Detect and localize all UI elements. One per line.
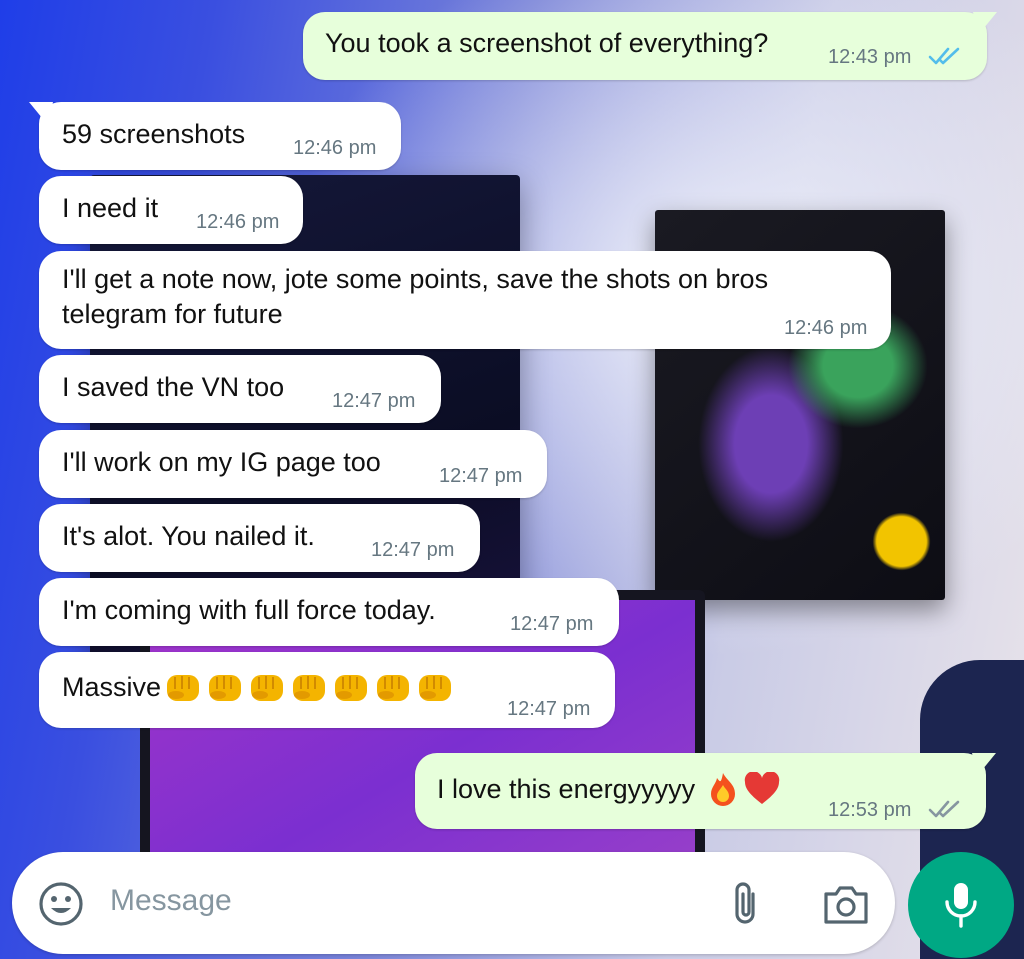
message-bubble-incoming[interactable]: Massive 12:47 pm	[39, 652, 615, 728]
message-time: 12:47 pm	[332, 390, 416, 412]
bubble-tail	[972, 753, 996, 775]
message-bubble-incoming[interactable]: I'll work on my IG page too 12:47 pm	[39, 430, 547, 498]
message-bubble-outgoing[interactable]: You took a screenshot of everything? 12:…	[303, 12, 997, 80]
message-bubble-incoming[interactable]: 59 screenshots 12:46 pm	[29, 102, 401, 170]
message-bubble-outgoing[interactable]: I love this energyyyyy 12:53 pm	[415, 753, 996, 829]
fist-emoji	[167, 674, 200, 701]
fire-emoji	[711, 773, 736, 806]
message-text: 59 screenshots	[62, 119, 246, 149]
message-bubble-incoming[interactable]: I saved the VN too 12:47 pm	[39, 355, 441, 423]
message-input[interactable]: Message	[110, 884, 232, 918]
fist-emoji	[377, 674, 410, 701]
fist-emoji	[251, 674, 284, 701]
fist-emoji-row	[163, 671, 455, 705]
message-text: I'll get a note now, jote some points, s…	[62, 264, 776, 329]
message-text: I need it	[62, 193, 159, 223]
message-composer[interactable]: Message	[12, 852, 895, 954]
camera-icon[interactable]	[822, 882, 870, 926]
delivered-ticks-icon	[928, 800, 960, 818]
message-time: 12:47 pm	[439, 465, 523, 487]
mic-button[interactable]	[908, 852, 1014, 958]
message-list: You took a screenshot of everything? 12:…	[0, 0, 1024, 959]
message-time: 12:47 pm	[510, 613, 594, 635]
message-text: I'll work on my IG page too	[62, 447, 381, 477]
message-text: I saved the VN too	[62, 372, 285, 402]
bubble-tail	[973, 12, 997, 34]
message-bubble-incoming[interactable]: I'm coming with full force today. 12:47 …	[39, 578, 619, 646]
smiley-icon[interactable]	[38, 881, 84, 927]
message-text: Massive	[62, 670, 455, 705]
fist-emoji	[335, 674, 368, 701]
heart-emoji	[744, 772, 780, 804]
message-text: I'm coming with full force today.	[62, 595, 436, 625]
message-text-word: Massive	[62, 672, 162, 702]
fist-emoji	[419, 674, 452, 701]
message-text: You took a screenshot of everything?	[325, 28, 769, 58]
message-bubble-incoming[interactable]: I'll get a note now, jote some points, s…	[39, 251, 891, 349]
bubble-tail	[29, 102, 53, 124]
mic-icon	[941, 880, 981, 930]
fist-emoji	[293, 674, 326, 701]
message-bubble-incoming[interactable]: It's alot. You nailed it. 12:47 pm	[39, 504, 480, 572]
attach-icon[interactable]	[725, 880, 765, 928]
message-time: 12:46 pm	[784, 317, 868, 339]
message-time: 12:46 pm	[196, 211, 280, 233]
message-text-word: I love this energyyyyy	[437, 773, 696, 804]
message-text: I love this energyyyyy	[437, 771, 781, 807]
message-time: 12:46 pm	[293, 137, 377, 159]
fist-emoji	[209, 674, 242, 701]
message-text: It's alot. You nailed it.	[62, 521, 315, 551]
message-bubble-incoming[interactable]: I need it 12:46 pm	[39, 176, 303, 244]
read-ticks-icon	[928, 47, 960, 65]
message-time: 12:47 pm	[371, 539, 455, 561]
message-time: 12:47 pm	[507, 698, 591, 720]
message-time: 12:53 pm	[828, 799, 912, 821]
message-time: 12:43 pm	[828, 46, 912, 68]
